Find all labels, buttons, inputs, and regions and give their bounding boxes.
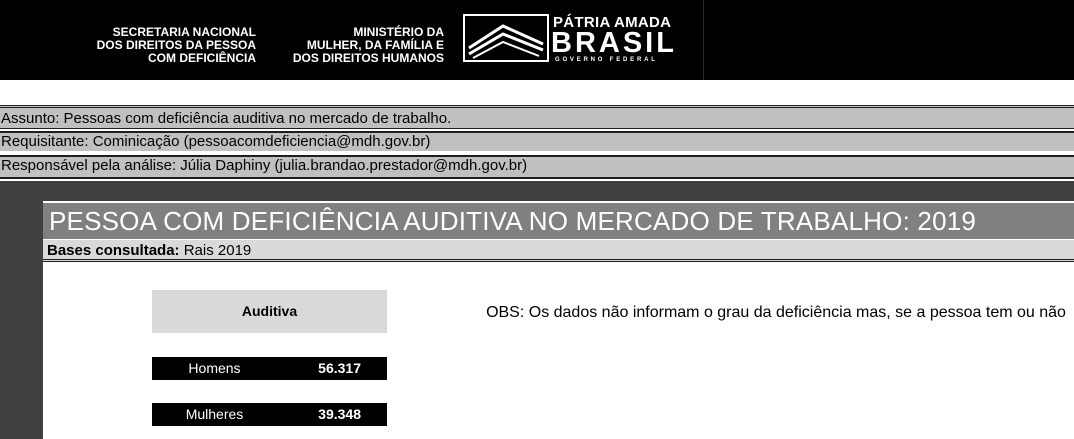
row-label: Mulheres	[185, 406, 244, 422]
bases-value: Rais 2019	[179, 242, 252, 259]
row-label: Homens	[188, 360, 241, 376]
banner-divider	[703, 0, 704, 80]
row-value: 56.317	[318, 360, 361, 376]
obs-note: OBS: Os dados não informam o grau da def…	[486, 304, 1066, 321]
requisitante-row: Requisitante: Cominicação (pessoacomdefi…	[0, 131, 1074, 151]
ministerio-logo-text: MINISTÉRIO DA MULHER, DA FAMÍLIA E DOS D…	[264, 26, 444, 65]
brand-main-text: BRASIL	[551, 27, 677, 59]
report-title: PESSOA COM DEFICIÊNCIA AUDITIVA NO MERCA…	[43, 203, 1074, 239]
table-row: Homens 56.317	[152, 357, 387, 380]
brasil-brand: PÁTRIA AMADA BRASIL GOVERNO FEDERAL	[463, 14, 703, 66]
row-divider	[0, 128, 1074, 129]
secretaria-logo-text: SECRETARIA NACIONAL DOS DIREITOS DA PESS…	[60, 26, 256, 65]
org1-line-3: COM DEFICIÊNCIA	[148, 51, 256, 65]
brand-sub-text: GOVERNO FEDERAL	[555, 57, 658, 63]
row-value: 39.348	[318, 406, 361, 422]
bases-row: Bases consultada: Rais 2019	[43, 240, 1074, 262]
auditiva-header-cell: Auditiva	[152, 290, 387, 333]
bases-label: Bases consultada:	[47, 242, 180, 259]
brasil-flag-logo-icon	[463, 14, 549, 62]
assunto-row: Assunto: Pessoas com deficiência auditiv…	[0, 105, 1074, 128]
header-banner: SECRETARIA NACIONAL DOS DIREITOS DA PESS…	[0, 0, 1074, 80]
org2-line-3: DOS DIREITOS HUMANOS	[292, 51, 444, 65]
table-row: Mulheres 39.348	[152, 403, 387, 426]
responsavel-row: Responsável pela análise: Júlia Daphiny …	[0, 155, 1074, 179]
